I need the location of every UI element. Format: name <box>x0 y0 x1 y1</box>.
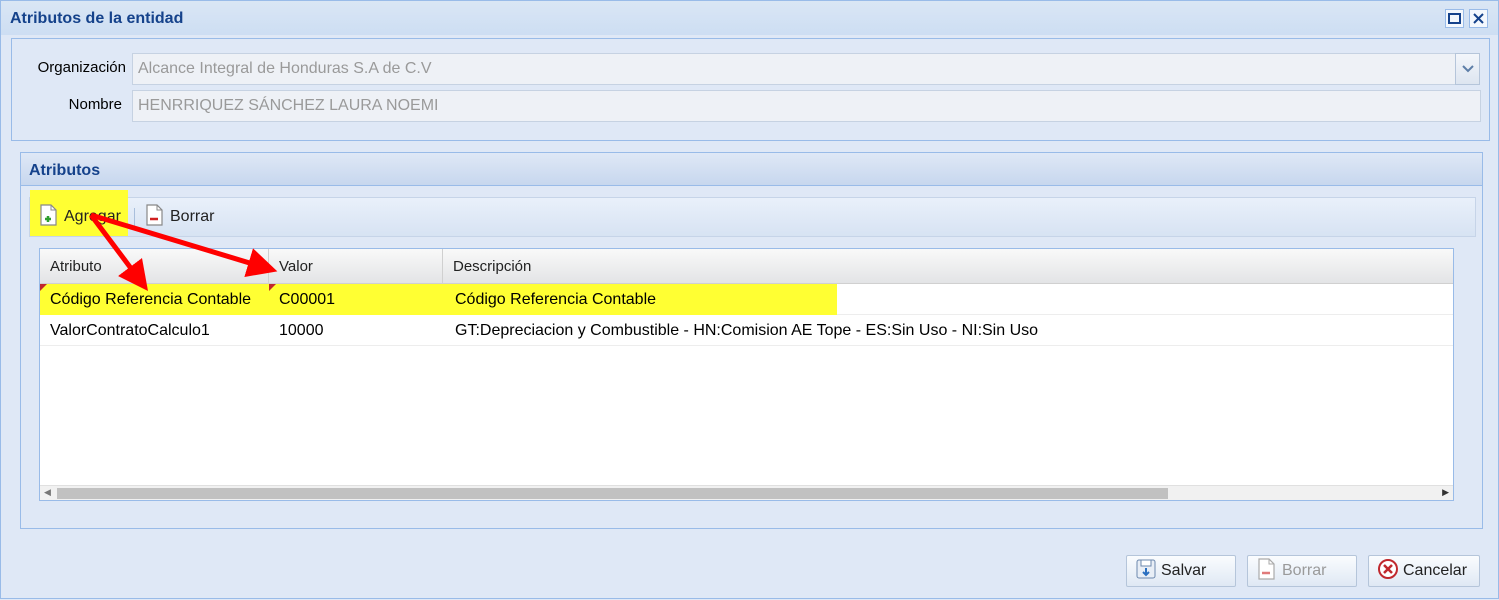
window-title: Atributos de la entidad <box>10 10 184 27</box>
cancel-button-label: Cancelar <box>1403 562 1468 579</box>
horizontal-scrollbar[interactable]: ◀ ▶ <box>40 485 1453 500</box>
cell-atributo-text: Código Referencia Contable <box>50 291 252 308</box>
panel-header: Atributos <box>21 153 1482 186</box>
cell-atributo[interactable]: Código Referencia Contable <box>40 284 269 314</box>
panel-title: Atributos <box>29 162 101 179</box>
delete-button-label: Borrar <box>170 208 215 225</box>
cancel-icon <box>1377 558 1399 585</box>
dirty-marker <box>40 284 47 291</box>
footer-delete-button[interactable]: Borrar <box>1247 555 1357 587</box>
add-document-icon <box>38 203 60 232</box>
delete-document-icon <box>144 203 166 232</box>
add-button[interactable]: Agregar <box>38 198 121 236</box>
cell-valor[interactable]: 10000 <box>269 315 443 345</box>
delete-button[interactable]: Borrar <box>144 198 214 236</box>
save-icon <box>1135 558 1157 585</box>
nombre-field[interactable]: HENRRIQUEZ SÁNCHEZ LAURA NOEMI <box>132 90 1481 122</box>
entity-form: Organización Alcance Integral de Hondura… <box>11 38 1490 141</box>
scroll-left-icon[interactable]: ◀ <box>44 487 51 498</box>
add-button-label: Agregar <box>64 208 121 225</box>
cancel-button[interactable]: Cancelar <box>1368 555 1480 587</box>
dirty-marker <box>269 284 276 291</box>
column-header-atributo[interactable]: Atributo <box>40 249 269 284</box>
atributos-grid: Atributo Valor Descripción Código Refere… <box>39 248 1454 501</box>
grid-header: Atributo Valor Descripción <box>40 249 1453 284</box>
cell-valor-text: C00001 <box>279 291 336 308</box>
save-button[interactable]: Salvar <box>1126 555 1236 587</box>
organizacion-label: Organización <box>37 59 126 76</box>
cell-descripcion[interactable]: GT:Depreciacion y Combustible - HN:Comis… <box>443 315 1443 345</box>
cell-descripcion[interactable]: Código Referencia Contable <box>443 284 1443 314</box>
close-icon[interactable] <box>1469 9 1488 28</box>
scroll-right-icon[interactable]: ▶ <box>1442 487 1449 498</box>
cell-valor[interactable]: C00001 <box>269 284 443 314</box>
organizacion-combo[interactable]: Alcance Integral de Honduras S.A de C.V <box>132 53 1456 85</box>
chevron-down-icon[interactable] <box>1455 53 1480 85</box>
entity-attributes-window: Atributos de la entidad Organización Alc… <box>0 0 1499 599</box>
save-button-label: Salvar <box>1161 562 1207 579</box>
maximize-icon[interactable] <box>1445 9 1464 28</box>
window-header[interactable]: Atributos de la entidad <box>1 1 1498 35</box>
table-row[interactable]: ValorContratoCalculo1 10000 GT:Depreciac… <box>40 315 1453 346</box>
delete-document-icon <box>1256 557 1278 586</box>
toolbar-separator <box>134 208 135 228</box>
column-header-descripcion[interactable]: Descripción <box>443 249 1453 284</box>
atributos-panel: Atributos Agregar Borrar Atributo Valor <box>20 152 1483 529</box>
atributos-toolbar: Agregar Borrar <box>29 190 1476 237</box>
table-row[interactable]: Código Referencia Contable C00001 Código… <box>40 284 1453 315</box>
nombre-label: Nombre <box>68 96 122 113</box>
column-header-valor[interactable]: Valor <box>269 249 443 284</box>
footer-delete-label: Borrar <box>1282 562 1327 579</box>
scrollbar-thumb[interactable] <box>57 488 1168 499</box>
cell-atributo[interactable]: ValorContratoCalculo1 <box>40 315 269 345</box>
